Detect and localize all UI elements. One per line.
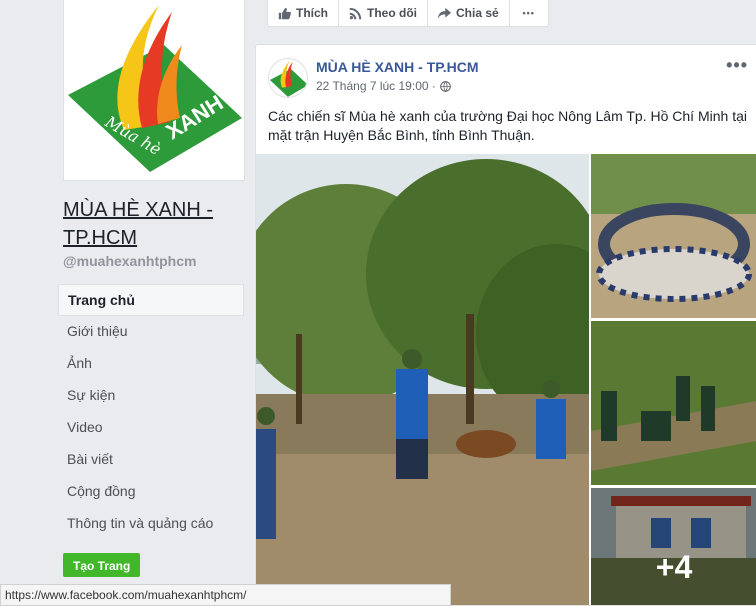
- nav-item-videos[interactable]: Video: [58, 412, 244, 444]
- students-circle-game-photo: [591, 154, 756, 318]
- mua-he-xanh-avatar-logo: [269, 60, 307, 97]
- share-label: Chia sẻ: [456, 6, 499, 20]
- follow-label: Theo dõi: [367, 6, 417, 20]
- more-dots-icon: •••: [522, 8, 535, 18]
- page-username[interactable]: @muahexanhtphcm: [63, 253, 196, 269]
- nav-item-events[interactable]: Sự kiện: [58, 380, 244, 412]
- create-page-button[interactable]: Tạo Trang: [63, 553, 141, 577]
- post-options-button[interactable]: •••: [726, 55, 748, 76]
- post-author-avatar[interactable]: [268, 58, 308, 98]
- like-label: Thích: [296, 6, 328, 20]
- volunteers-clearing-canal-photo: [591, 321, 756, 485]
- post-message: Các chiến sĩ Mùa hè xanh của trường Đại …: [268, 108, 747, 143]
- nav-item-about[interactable]: Giới thiệu: [58, 316, 244, 348]
- post-time-text[interactable]: 22 Tháng 7 lúc 19:00 ·: [316, 79, 436, 93]
- nav-item-posts[interactable]: Bài viết: [58, 444, 244, 476]
- page-title[interactable]: MÙA HÈ XANH - TP.HCM: [63, 196, 245, 252]
- globe-icon: [440, 80, 451, 92]
- mua-he-xanh-logo: Mùa hè XANH: [68, 5, 242, 172]
- nav-item-community[interactable]: Cộng đồng: [58, 476, 244, 508]
- share-arrow-icon: [438, 7, 451, 19]
- thumbs-up-icon: [278, 7, 291, 19]
- page-profile-picture[interactable]: Mùa hè XANH: [63, 0, 245, 181]
- post-photo-4[interactable]: +4: [591, 488, 756, 605]
- page-action-bar: Thích Theo dõi Chia sẻ •••: [267, 0, 549, 27]
- rss-icon: [349, 7, 362, 19]
- post-photo-3[interactable]: [591, 321, 756, 485]
- nav-item-home[interactable]: Trang chủ: [58, 284, 244, 316]
- share-button[interactable]: Chia sẻ: [428, 0, 510, 26]
- status-bar-url: https://www.facebook.com/muahexanhtphcm/: [0, 584, 451, 606]
- page-nav: Trang chủ Giới thiệu Ảnh Sự kiện Video B…: [58, 284, 244, 540]
- like-button[interactable]: Thích: [268, 0, 339, 26]
- post-card: MÙA HÈ XANH - TP.HCM 22 Tháng 7 lúc 19:0…: [255, 44, 756, 606]
- follow-button[interactable]: Theo dõi: [339, 0, 428, 26]
- post-author-name[interactable]: MÙA HÈ XANH - TP.HCM: [316, 59, 479, 75]
- nav-item-info-and-ads[interactable]: Thông tin và quảng cáo: [58, 508, 244, 540]
- post-photo-main[interactable]: [256, 154, 589, 605]
- post-photo-2[interactable]: [591, 154, 756, 318]
- more-photos-overlay[interactable]: +4: [591, 488, 756, 605]
- more-button[interactable]: •••: [510, 0, 548, 26]
- nav-item-photos[interactable]: Ảnh: [58, 348, 244, 380]
- volunteers-clearing-field-photo: [256, 154, 589, 605]
- post-timestamp: 22 Tháng 7 lúc 19:00 ·: [316, 79, 451, 93]
